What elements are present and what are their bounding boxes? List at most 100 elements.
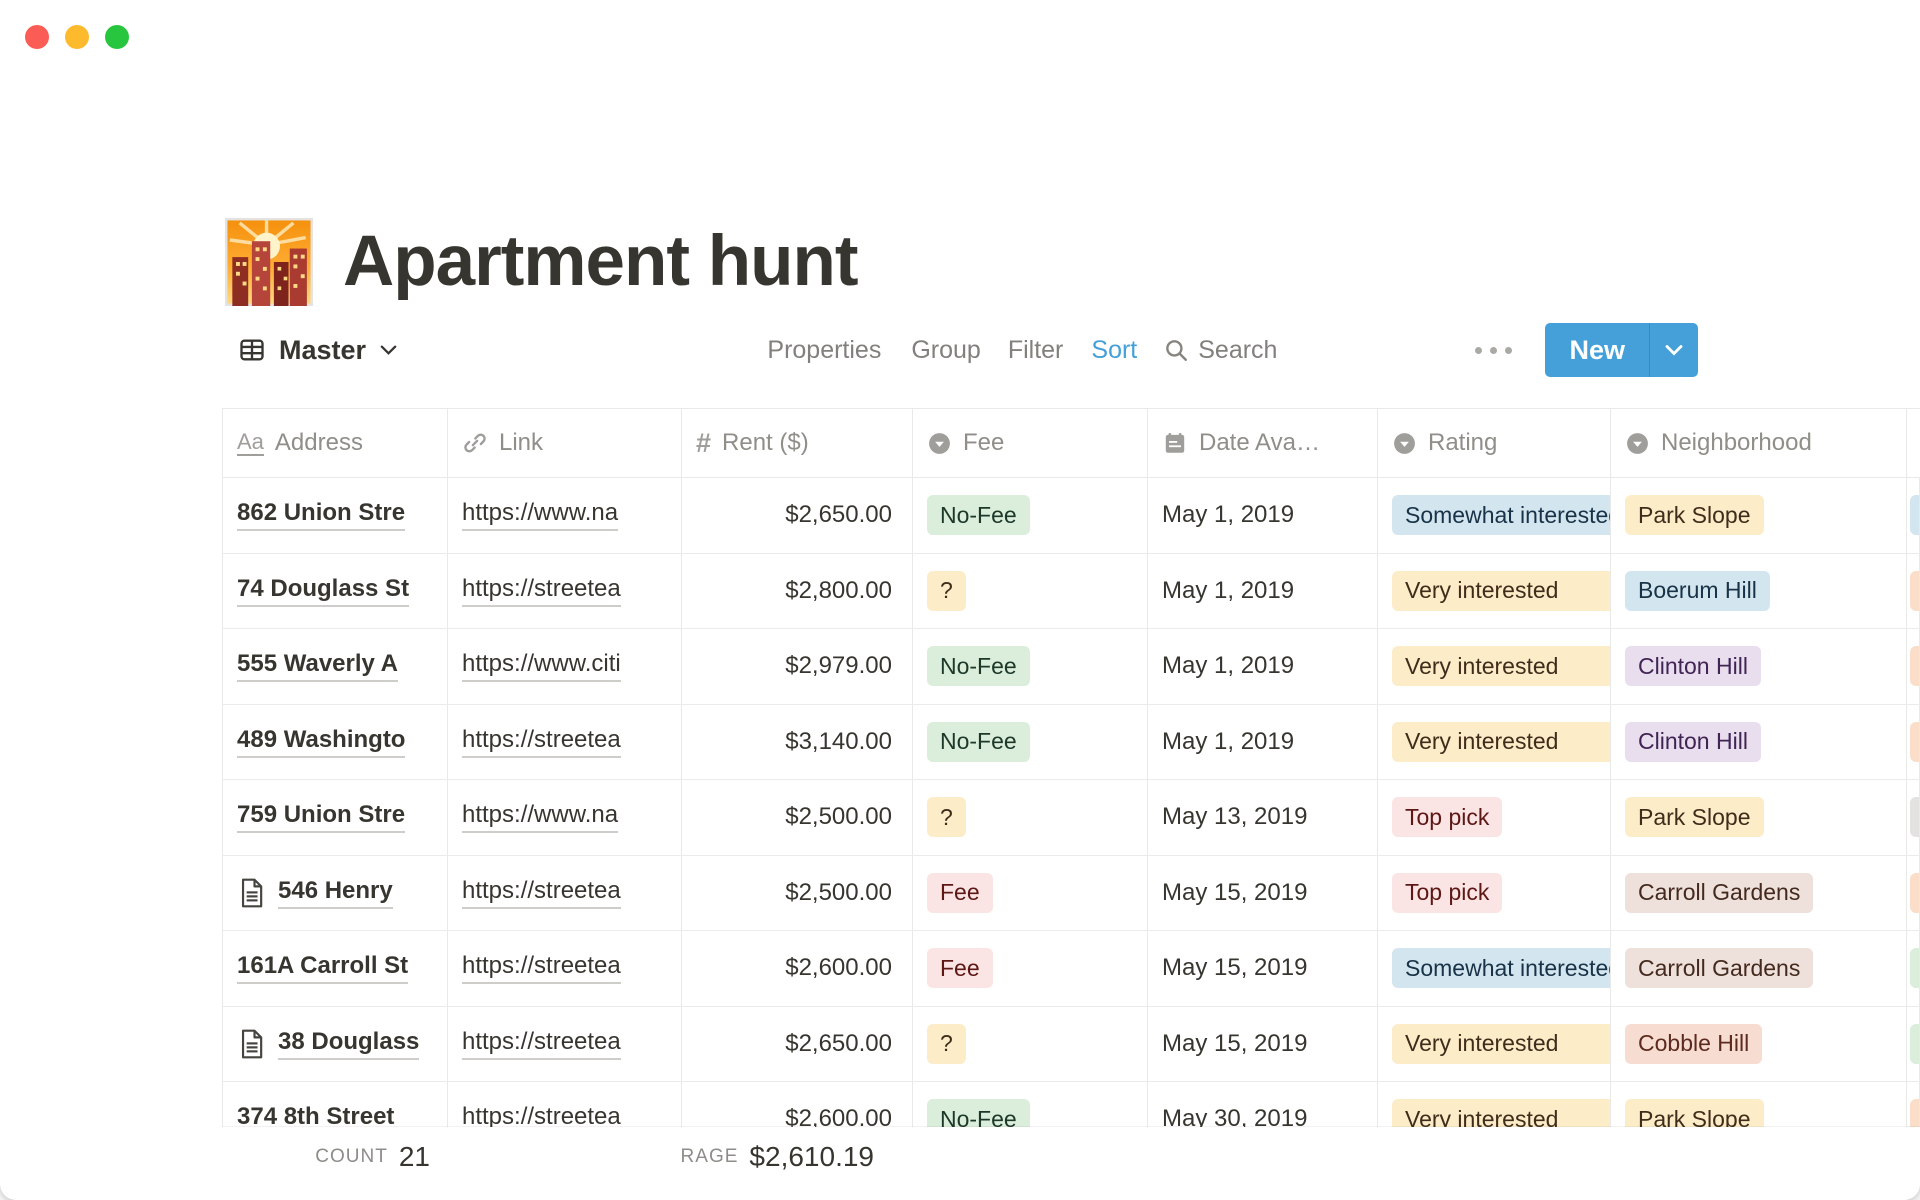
zoom-window-button[interactable] [105,25,129,49]
cell-rating[interactable]: Very interested [1378,554,1611,629]
cell-extra[interactable] [1907,1007,1920,1082]
cell-neighborhood[interactable]: Boerum Hill [1611,554,1907,629]
cell-link[interactable]: https://streetea [448,856,682,931]
cell-fee[interactable]: Fee [913,856,1148,931]
cell-rating[interactable]: Very interested [1378,705,1611,780]
cell-fee[interactable]: ? [913,780,1148,855]
cell-rating[interactable]: Somewhat interested [1378,478,1611,553]
minimize-window-button[interactable] [65,25,89,49]
close-window-button[interactable] [25,25,49,49]
cell-rent[interactable]: $2,650.00 [682,478,913,553]
cell-address[interactable]: 546 Henry [223,856,448,931]
link-url[interactable]: https://www.na [462,801,618,833]
cell-extra[interactable] [1907,705,1920,780]
column-header-fee[interactable]: Fee [913,409,1148,477]
column-header-rating[interactable]: Rating [1378,409,1611,477]
link-url[interactable]: https://streetea [462,726,621,758]
cell-neighborhood[interactable]: Park Slope [1611,478,1907,553]
cell-rent[interactable]: $2,979.00 [682,629,913,704]
more-options-button[interactable] [1475,347,1512,354]
cell-link[interactable]: https://www.na [448,780,682,855]
link-url[interactable]: https://streetea [462,877,621,909]
cell-fee[interactable]: No-Fee [913,478,1148,553]
cell-link[interactable]: https://streetea [448,1007,682,1082]
cell-rent[interactable]: $2,600.00 [682,1082,913,1129]
cell-neighborhood[interactable]: Clinton Hill [1611,629,1907,704]
sort-button[interactable]: Sort [1091,336,1137,365]
cell-rating[interactable]: Top pick [1378,856,1611,931]
cell-rating[interactable]: Very interested [1378,1007,1611,1082]
link-url[interactable]: https://streetea [462,575,621,607]
cell-address[interactable]: 38 Douglass [223,1007,448,1082]
cell-date-available[interactable]: May 1, 2019 [1148,554,1378,629]
cell-date-available[interactable]: May 15, 2019 [1148,856,1378,931]
cell-neighborhood[interactable]: Park Slope [1611,780,1907,855]
cell-address[interactable]: 489 Washingto [223,705,448,780]
cell-extra[interactable] [1907,1082,1920,1129]
cell-date-available[interactable]: May 1, 2019 [1148,705,1378,780]
column-header-link[interactable]: Link [448,409,682,477]
link-url[interactable]: https://www.citi [462,650,621,682]
column-header-extra[interactable] [1907,409,1920,477]
cell-fee[interactable]: No-Fee [913,1082,1148,1129]
cell-address[interactable]: 161A Carroll St [223,931,448,1006]
page-title[interactable]: Apartment hunt [343,216,858,308]
cell-address[interactable]: 862 Union Stre [223,478,448,553]
cell-date-available[interactable]: May 15, 2019 [1148,931,1378,1006]
search-button[interactable]: Search [1163,336,1277,365]
group-button[interactable]: Group [911,336,980,365]
new-button[interactable]: New [1545,335,1649,366]
link-url[interactable]: https://streetea [462,952,621,984]
count-aggregate[interactable]: COUNT 21 [222,1127,447,1187]
cell-fee[interactable]: Fee [913,931,1148,1006]
cell-address[interactable]: 555 Waverly A [223,629,448,704]
cell-rent[interactable]: $2,500.00 [682,856,913,931]
cell-date-available[interactable]: May 1, 2019 [1148,478,1378,553]
cell-rating[interactable]: Very interested [1378,629,1611,704]
cell-date-available[interactable]: May 15, 2019 [1148,1007,1378,1082]
column-header-address[interactable]: AaAddress [223,409,448,477]
cell-extra[interactable] [1907,856,1920,931]
cell-neighborhood[interactable]: Park Slope [1611,1082,1907,1129]
cell-neighborhood[interactable]: Carroll Gardens [1611,931,1907,1006]
cell-extra[interactable] [1907,629,1920,704]
cell-neighborhood[interactable]: Clinton Hill [1611,705,1907,780]
column-header-date-ava[interactable]: Date Ava… [1148,409,1378,477]
cell-extra[interactable] [1907,478,1920,553]
cell-date-available[interactable]: May 1, 2019 [1148,629,1378,704]
cell-link[interactable]: https://streetea [448,705,682,780]
cell-rent[interactable]: $2,500.00 [682,780,913,855]
cell-neighborhood[interactable]: Carroll Gardens [1611,856,1907,931]
cell-address[interactable]: 374 8th Street [223,1082,448,1129]
link-url[interactable]: https://streetea [462,1103,621,1129]
cell-fee[interactable]: ? [913,1007,1148,1082]
cell-fee[interactable]: No-Fee [913,629,1148,704]
cell-rating[interactable]: Top pick [1378,780,1611,855]
cell-rent[interactable]: $3,140.00 [682,705,913,780]
cell-link[interactable]: https://www.citi [448,629,682,704]
properties-button[interactable]: Properties [767,336,881,365]
new-dropdown-button[interactable] [1650,323,1698,377]
column-header-neighborhood[interactable]: Neighborhood [1611,409,1907,477]
cell-extra[interactable] [1907,554,1920,629]
cell-date-available[interactable]: May 13, 2019 [1148,780,1378,855]
cell-link[interactable]: https://streetea [448,1082,682,1129]
cell-extra[interactable] [1907,780,1920,855]
average-aggregate[interactable]: AVERAGE $2,610.19 [681,1127,912,1187]
cell-link[interactable]: https://www.na [448,478,682,553]
filter-button[interactable]: Filter [1008,336,1064,365]
cell-address[interactable]: 74 Douglass St [223,554,448,629]
cell-rating[interactable]: Somewhat interested [1378,931,1611,1006]
cell-rent[interactable]: $2,800.00 [682,554,913,629]
cell-link[interactable]: https://streetea [448,554,682,629]
city-sunset-emoji[interactable] [225,218,313,306]
cell-fee[interactable]: No-Fee [913,705,1148,780]
cell-date-available[interactable]: May 30, 2019 [1148,1082,1378,1129]
cell-fee[interactable]: ? [913,554,1148,629]
cell-link[interactable]: https://streetea [448,931,682,1006]
view-switcher[interactable]: Master [238,322,398,378]
cell-rent[interactable]: $2,600.00 [682,931,913,1006]
cell-rent[interactable]: $2,650.00 [682,1007,913,1082]
cell-rating[interactable]: Very interested [1378,1082,1611,1129]
link-url[interactable]: https://www.na [462,499,618,531]
